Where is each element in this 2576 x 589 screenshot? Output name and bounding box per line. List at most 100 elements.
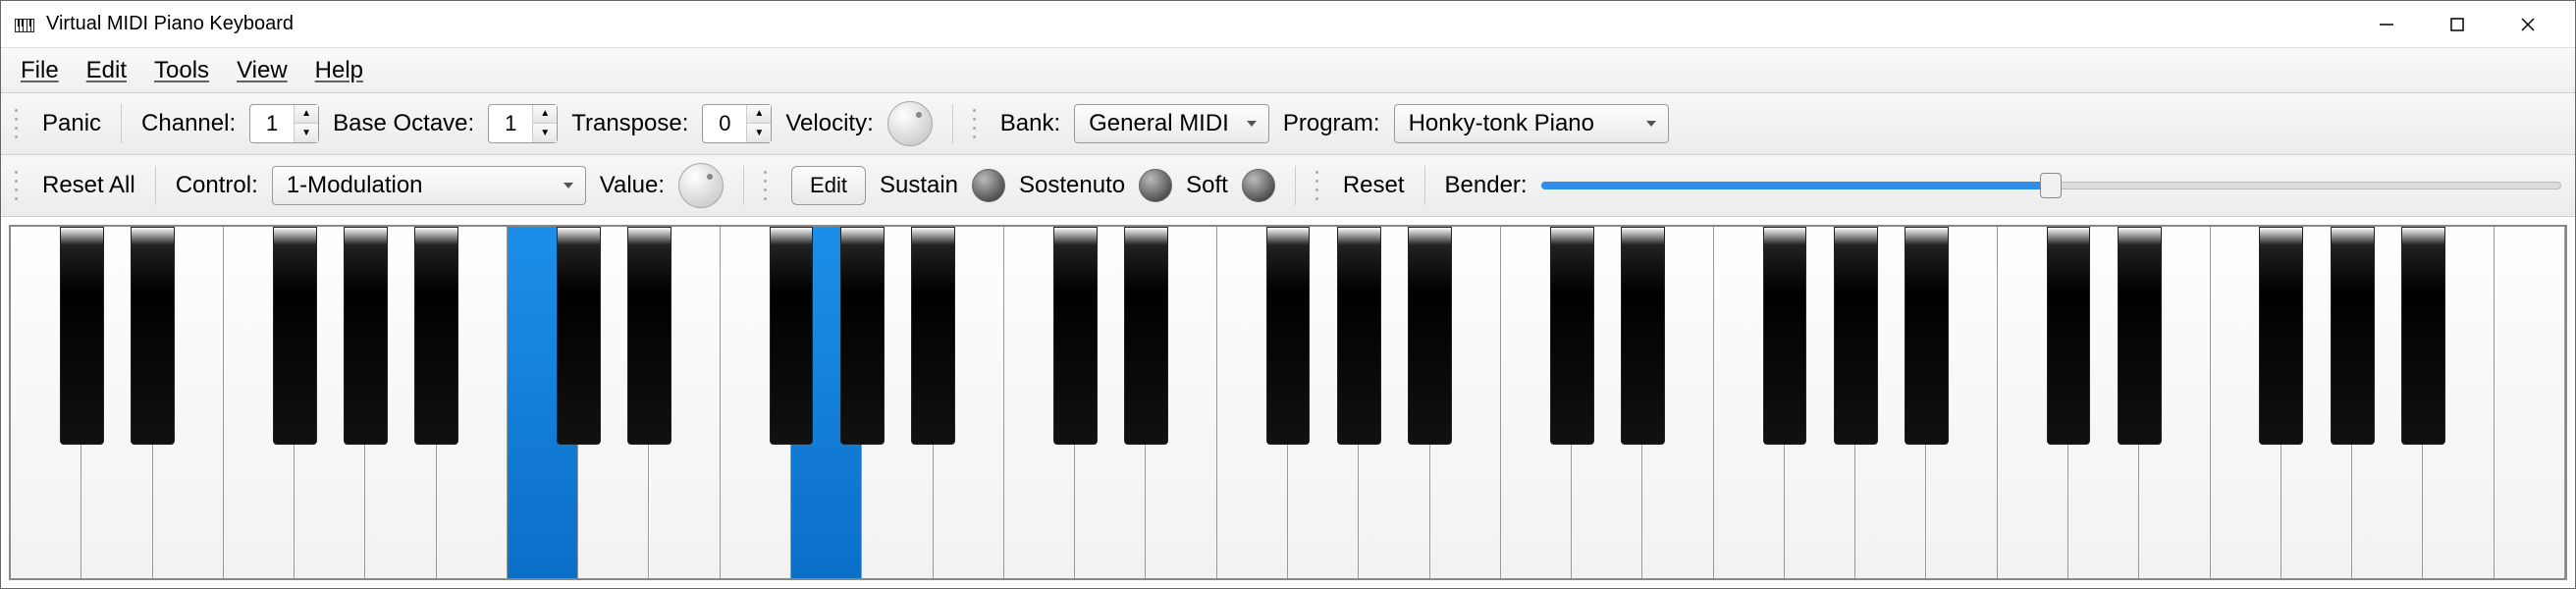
titlebar: Virtual MIDI Piano Keyboard — [1, 1, 2575, 48]
black-key[interactable] — [840, 227, 885, 445]
toolbar-controllers: Reset All Control: 1-Modulation Value: E… — [1, 155, 2575, 217]
black-key[interactable] — [1621, 227, 1665, 445]
soft-led[interactable] — [1242, 169, 1275, 202]
separator — [1424, 166, 1425, 205]
menu-tools[interactable]: Tools — [154, 57, 209, 84]
black-key[interactable] — [273, 227, 317, 445]
black-key[interactable] — [60, 227, 104, 445]
reset-button[interactable]: Reset — [1343, 172, 1405, 199]
black-key[interactable] — [1905, 227, 1949, 445]
toolbar-grip-icon — [15, 106, 25, 141]
black-key[interactable] — [1053, 227, 1098, 445]
black-key[interactable] — [2401, 227, 2445, 445]
menubar: File Edit Tools View Help — [1, 48, 2575, 93]
bender-slider[interactable] — [1541, 174, 2561, 197]
black-key[interactable] — [2331, 227, 2375, 445]
piano-area — [1, 217, 2575, 588]
black-key[interactable] — [1550, 227, 1594, 445]
black-key[interactable] — [627, 227, 671, 445]
separator — [1295, 166, 1296, 205]
separator — [121, 104, 122, 143]
transpose-input[interactable] — [703, 105, 746, 142]
velocity-label: Velocity: — [785, 110, 873, 137]
transpose-up[interactable]: ▲ — [747, 105, 771, 124]
channel-down[interactable]: ▼ — [295, 124, 318, 142]
soft-label: Soft — [1186, 172, 1228, 199]
program-combo[interactable]: Honky-tonk Piano — [1394, 104, 1669, 143]
black-key[interactable] — [1124, 227, 1168, 445]
black-key[interactable] — [2118, 227, 2162, 445]
black-key[interactable] — [1408, 227, 1452, 445]
program-value: Honky-tonk Piano — [1409, 110, 1594, 137]
black-key[interactable] — [2259, 227, 2303, 445]
base-octave-label: Base Octave: — [333, 110, 474, 137]
toolbar-grip-icon — [973, 106, 983, 141]
sostenuto-label: Sostenuto — [1019, 172, 1125, 199]
black-key[interactable] — [344, 227, 388, 445]
menu-view[interactable]: View — [237, 57, 288, 84]
bank-label: Bank: — [1000, 110, 1060, 137]
base-octave-down[interactable]: ▼ — [533, 124, 557, 142]
separator — [155, 166, 156, 205]
minimize-button[interactable] — [2351, 1, 2422, 48]
sostenuto-led[interactable] — [1139, 169, 1172, 202]
close-button[interactable] — [2493, 1, 2563, 48]
control-label: Control: — [176, 172, 258, 199]
toolbar-grip-icon — [1315, 168, 1325, 203]
chevron-down-icon — [1644, 110, 1658, 137]
black-key[interactable] — [911, 227, 955, 445]
channel-spinbox[interactable]: ▲▼ — [249, 104, 319, 143]
black-key[interactable] — [1834, 227, 1878, 445]
velocity-knob[interactable] — [887, 101, 933, 146]
control-value: 1-Modulation — [287, 172, 423, 199]
white-key[interactable] — [2495, 227, 2565, 578]
black-key[interactable] — [770, 227, 814, 445]
black-key[interactable] — [131, 227, 175, 445]
sustain-label: Sustain — [880, 172, 958, 199]
black-key[interactable] — [1266, 227, 1311, 445]
edit-button[interactable]: Edit — [791, 166, 866, 205]
slider-thumb[interactable] — [2040, 173, 2062, 198]
toolbar-grip-icon — [764, 168, 774, 203]
channel-label: Channel: — [141, 110, 236, 137]
black-key[interactable] — [414, 227, 458, 445]
bender-label: Bender: — [1445, 172, 1528, 199]
black-key[interactable] — [2047, 227, 2091, 445]
channel-input[interactable] — [250, 105, 294, 142]
channel-up[interactable]: ▲ — [295, 105, 318, 124]
maximize-button[interactable] — [2422, 1, 2493, 48]
sustain-led[interactable] — [972, 169, 1005, 202]
black-key[interactable] — [557, 227, 601, 445]
base-octave-spinbox[interactable]: ▲▼ — [488, 104, 558, 143]
toolbar-main: Panic Channel: ▲▼ Base Octave: ▲▼ Transp… — [1, 93, 2575, 155]
bank-combo[interactable]: General MIDI — [1074, 104, 1269, 143]
reset-all-button[interactable]: Reset All — [42, 172, 135, 199]
control-combo[interactable]: 1-Modulation — [272, 166, 586, 205]
window-title: Virtual MIDI Piano Keyboard — [46, 13, 2351, 35]
bender-slider-wrap — [1541, 174, 2561, 197]
black-key[interactable] — [1337, 227, 1381, 445]
chevron-down-icon — [1245, 110, 1259, 137]
value-knob[interactable] — [678, 163, 724, 208]
value-label: Value: — [600, 172, 665, 199]
slider-fill — [1541, 182, 2052, 189]
app-icon — [13, 13, 36, 36]
base-octave-input[interactable] — [489, 105, 532, 142]
transpose-down[interactable]: ▼ — [747, 124, 771, 142]
panic-button[interactable]: Panic — [42, 110, 101, 137]
separator — [743, 166, 744, 205]
transpose-label: Transpose: — [571, 110, 688, 137]
app-window: Virtual MIDI Piano Keyboard File Edit To… — [0, 0, 2576, 589]
toolbar-grip-icon — [15, 168, 25, 203]
menu-file[interactable]: File — [21, 57, 59, 84]
window-controls — [2351, 1, 2563, 48]
piano-keyboard — [9, 225, 2567, 580]
bank-value: General MIDI — [1089, 110, 1229, 137]
black-key[interactable] — [1763, 227, 1807, 445]
menu-help[interactable]: Help — [315, 57, 363, 84]
menu-edit[interactable]: Edit — [86, 57, 127, 84]
separator — [952, 104, 953, 143]
chevron-down-icon — [562, 172, 575, 199]
transpose-spinbox[interactable]: ▲▼ — [702, 104, 772, 143]
base-octave-up[interactable]: ▲ — [533, 105, 557, 124]
